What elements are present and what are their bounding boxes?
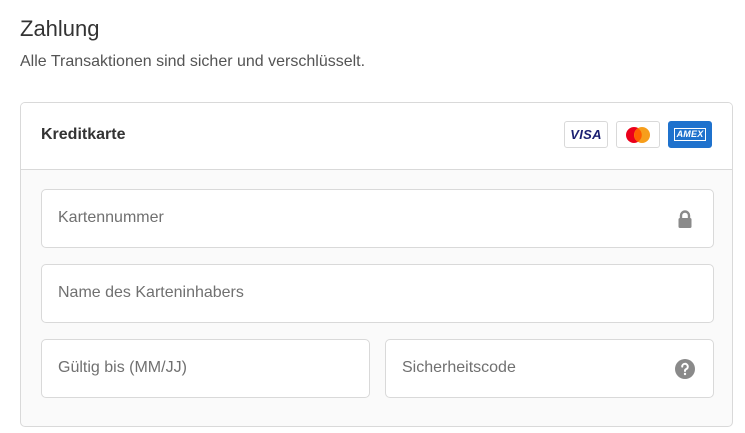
- security-code-placeholder: Sicherheitscode: [402, 359, 516, 376]
- expiry-date-field[interactable]: Gültig bis (MM/JJ): [41, 339, 370, 398]
- page-title: Zahlung: [20, 16, 100, 41]
- mastercard-logo: [616, 121, 660, 148]
- cardholder-name-placeholder: Name des Karteninhabers: [58, 284, 244, 301]
- card-number-field[interactable]: Kartennummer: [41, 189, 714, 248]
- expiry-date-placeholder: Gültig bis (MM/JJ): [58, 359, 187, 376]
- payment-method-label: Kreditkarte: [41, 126, 126, 143]
- credit-card-panel: Kreditkarte VISA AMEX Kartennummer Name …: [20, 102, 733, 427]
- credit-card-header[interactable]: Kreditkarte VISA AMEX: [21, 103, 732, 170]
- amex-logo-text: AMEX: [673, 128, 707, 141]
- mastercard-icon: [626, 126, 650, 143]
- card-brand-logos: VISA AMEX: [564, 121, 712, 148]
- amex-logo: AMEX: [668, 121, 712, 148]
- card-number-placeholder: Kartennummer: [58, 209, 164, 226]
- visa-logo: VISA: [564, 121, 608, 148]
- visa-logo-text: VISA: [570, 127, 602, 142]
- security-code-field[interactable]: Sicherheitscode: [385, 339, 714, 398]
- lock-icon: [678, 210, 692, 228]
- help-icon[interactable]: [675, 359, 695, 379]
- page-subtitle: Alle Transaktionen sind sicher und versc…: [20, 53, 366, 70]
- cardholder-name-field[interactable]: Name des Karteninhabers: [41, 264, 714, 323]
